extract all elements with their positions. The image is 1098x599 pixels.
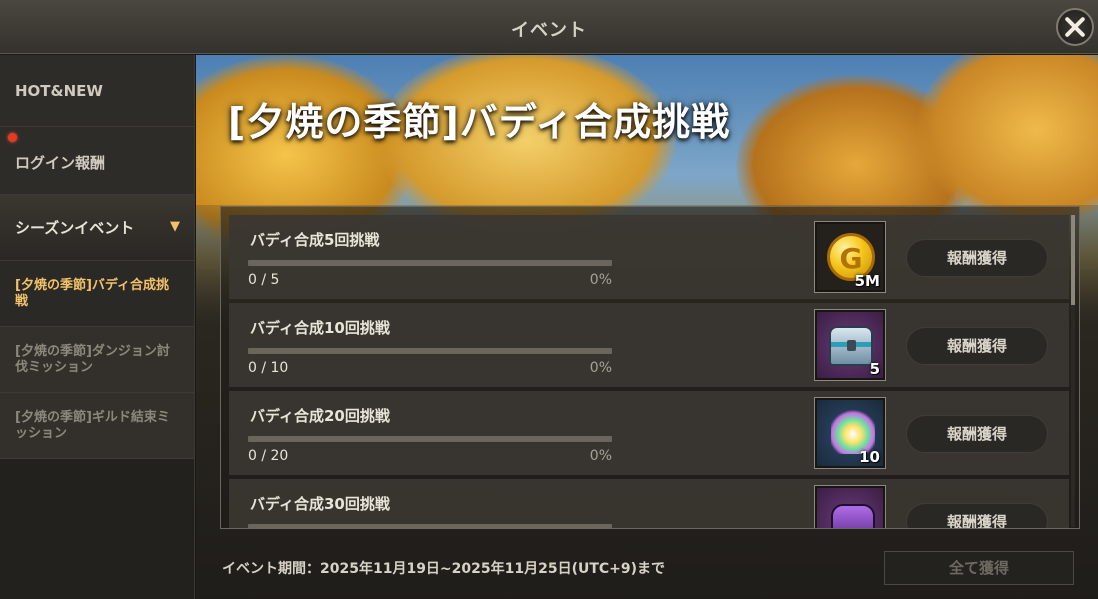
sidebar-subitem-label: [夕焼の季節]ダンジョン討伐ミッション bbox=[15, 343, 170, 375]
mission-name: バディ合成20回挑戦 bbox=[250, 407, 390, 425]
mission-percent: 0% bbox=[589, 360, 612, 376]
mission-name: バディ合成10回挑戦 bbox=[250, 319, 390, 337]
sidebar-item-label: HOT&NEW bbox=[15, 81, 103, 100]
mission-row: バディ合成5回挑戦 0 / 5 0% G 5M 報酬獲得 bbox=[229, 215, 1069, 299]
mission-count: 0 / 10 bbox=[248, 360, 289, 376]
mission-percent: 0% bbox=[589, 272, 612, 288]
mission-percent: 0% bbox=[589, 448, 612, 464]
sidebar-subitem-dungeon-mission[interactable]: [夕焼の季節]ダンジョン討伐ミッション bbox=[0, 327, 194, 393]
close-button[interactable] bbox=[1056, 8, 1094, 46]
purple-chest-icon bbox=[831, 504, 875, 528]
treasure-chest-icon bbox=[829, 326, 873, 366]
scrollbar[interactable] bbox=[1071, 215, 1075, 527]
mission-list: バディ合成5回挑戦 0 / 5 0% G 5M 報酬獲得 バディ合成10回挑戦 … bbox=[229, 215, 1069, 528]
reward-quantity: 5M bbox=[854, 272, 880, 290]
sidebar-subitem-label: [夕焼の季節]バディ合成挑戦 bbox=[15, 277, 169, 309]
reward-quantity: 5 bbox=[869, 360, 880, 378]
window-title: イベント bbox=[511, 20, 587, 41]
mission-name: バディ合成30回挑戦 bbox=[250, 495, 390, 513]
mission-progress-bar bbox=[248, 260, 612, 266]
claim-all-button[interactable]: 全て獲得 bbox=[884, 551, 1074, 585]
sidebar-subitem-label: [夕焼の季節]ギルド結束ミッション bbox=[15, 409, 170, 441]
event-title: [夕焼の季節]バディ合成挑戦 bbox=[228, 100, 731, 144]
mission-progress-bar bbox=[248, 348, 612, 354]
reward-slot[interactable]: G 5M bbox=[814, 221, 886, 293]
sidebar-item-label: シーズンイベント bbox=[15, 219, 135, 237]
sidebar-subitem-buddy-merge[interactable]: [夕焼の季節]バディ合成挑戦 bbox=[0, 261, 194, 327]
sidebar-item-hot-new[interactable]: HOT&NEW bbox=[0, 55, 194, 127]
sidebar-item-season-event[interactable]: シーズンイベント ▼ bbox=[0, 195, 194, 261]
mission-row: バディ合成20回挑戦 0 / 20 0% 10 報酬獲得 bbox=[229, 391, 1069, 475]
mission-progress-bar bbox=[248, 436, 612, 442]
mission-progress-bar bbox=[248, 524, 612, 528]
mission-row: バディ合成10回挑戦 0 / 10 0% 5 報酬獲得 bbox=[229, 303, 1069, 387]
mission-panel[interactable]: バディ合成5回挑戦 0 / 5 0% G 5M 報酬獲得 バディ合成10回挑戦 … bbox=[220, 206, 1080, 529]
event-content: [夕焼の季節]バディ合成挑戦 バディ合成5回挑戦 0 / 5 0% G 5M 報… bbox=[196, 55, 1098, 599]
event-period: イベント期間：2025年11月19日~2025年11月25日(UTC+9)まで bbox=[222, 561, 666, 577]
notification-dot-icon bbox=[8, 133, 17, 142]
claim-reward-button[interactable]: 報酬獲得 bbox=[906, 327, 1048, 365]
claim-reward-button[interactable]: 報酬獲得 bbox=[906, 239, 1048, 277]
sidebar-subitem-guild-mission[interactable]: [夕焼の季節]ギルド結束ミッション bbox=[0, 393, 194, 459]
claim-reward-button[interactable]: 報酬獲得 bbox=[906, 415, 1048, 453]
reward-quantity: 10 bbox=[859, 448, 880, 466]
reward-slot[interactable] bbox=[814, 485, 886, 528]
mission-count: 0 / 20 bbox=[248, 448, 289, 464]
scroll-thumb[interactable] bbox=[1071, 215, 1075, 305]
reward-slot[interactable]: 10 bbox=[814, 397, 886, 469]
mission-row: バディ合成30回挑戦 報酬獲得 bbox=[229, 479, 1069, 528]
mission-name: バディ合成5回挑戦 bbox=[250, 231, 380, 249]
mission-count: 0 / 5 bbox=[248, 272, 280, 288]
reward-slot[interactable]: 5 bbox=[814, 309, 886, 381]
chevron-down-icon: ▼ bbox=[170, 219, 180, 234]
title-bar: イベント bbox=[0, 0, 1098, 54]
claim-reward-button[interactable]: 報酬獲得 bbox=[906, 503, 1048, 528]
sidebar-item-login-reward[interactable]: ログイン報酬 bbox=[0, 127, 194, 195]
sidebar-item-label: ログイン報酬 bbox=[15, 154, 106, 172]
sidebar: HOT&NEW ログイン報酬 シーズンイベント ▼ [夕焼の季節]バディ合成挑戦… bbox=[0, 55, 195, 599]
